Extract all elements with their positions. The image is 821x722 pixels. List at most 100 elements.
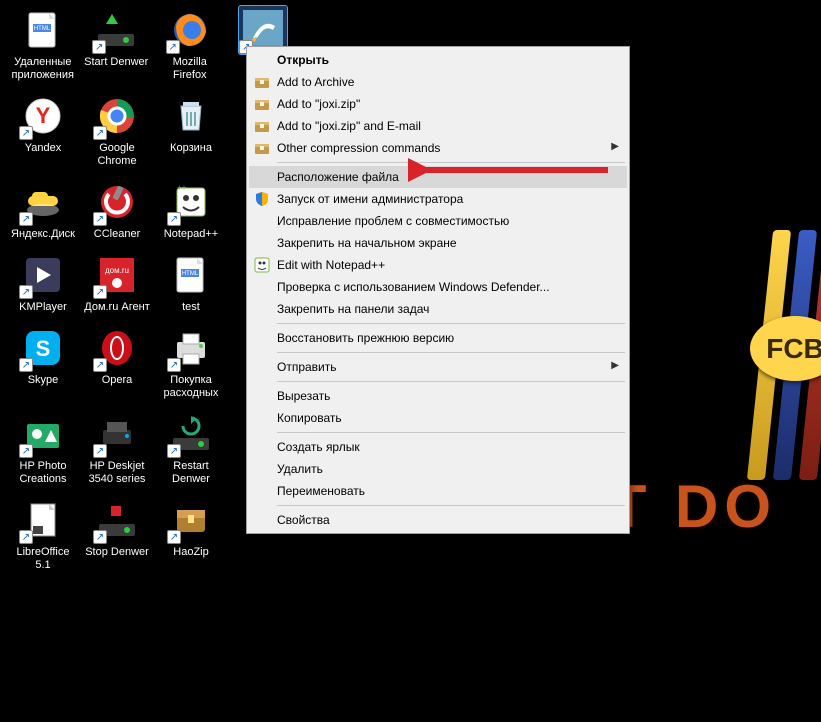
libreoffice-icon: ↗ [19, 496, 67, 544]
recycle-bin-icon [167, 92, 215, 140]
context-menu-item[interactable]: Вырезать [249, 385, 627, 407]
desktop-icon[interactable]: Корзина [154, 90, 228, 176]
desktop-icon[interactable]: ↗Покупка расходных [154, 322, 228, 408]
context-menu-item[interactable]: Edit with Notepad++ [249, 254, 627, 276]
desktop-icon[interactable]: ↗ Opera [80, 322, 154, 408]
context-menu-item-label: Закрепить на панели задач [277, 302, 429, 316]
submenu-arrow-icon: ▶ [611, 360, 619, 371]
svg-text:HTML: HTML [182, 271, 199, 277]
shield-icon [254, 191, 270, 207]
context-menu-item-label: Add to "joxi.zip" and E-mail [277, 119, 421, 133]
archive-icon [254, 140, 270, 156]
ccleaner-icon: ↗ [93, 178, 141, 226]
desktop-icon[interactable]: дом.ru ↗ Дом.ru Агент [80, 249, 154, 322]
context-menu-item-label: Восстановить прежнюю версию [277, 331, 454, 345]
context-menu-item[interactable]: Расположение файла [249, 166, 627, 188]
yadisk-icon: ↗ [19, 178, 67, 226]
context-menu-item-label: Запуск от имени администратора [277, 192, 463, 206]
context-menu-item-label: Расположение файла [277, 170, 399, 184]
archive-icon [254, 96, 270, 112]
context-menu-item[interactable]: Проверка с использованием Windows Defend… [249, 276, 627, 298]
shortcut-overlay-icon: ↗ [19, 212, 33, 226]
archive-icon [254, 118, 270, 134]
context-menu-item-label: Вырезать [277, 389, 330, 403]
desktop-icon[interactable]: ↗KMPlayer [6, 249, 80, 322]
context-menu-item[interactable]: Переименовать [249, 480, 627, 502]
menu-separator [277, 323, 625, 324]
desktop-icon[interactable]: ↗LibreOffice 5.1 [6, 494, 80, 580]
desktop-icon[interactable]: ↗Яндекс.Диск [6, 176, 80, 249]
context-menu-item[interactable]: Удалить [249, 458, 627, 480]
desktop-icon[interactable]: ↗Restart Denwer [154, 408, 228, 494]
desktop-icon[interactable]: HTMLУдаленные приложения [6, 4, 80, 90]
desktop-icon[interactable]: S↗Skype [6, 322, 80, 408]
hpphoto-icon: ↗ [19, 410, 67, 458]
denwer-stop-icon: ↗ [93, 496, 141, 544]
archive-icon [254, 74, 270, 90]
desktop-icon[interactable]: ↗Start Denwer [80, 4, 154, 90]
denwer-restart-icon: ↗ [167, 410, 215, 458]
menu-separator [277, 162, 625, 163]
shortcut-overlay-icon: ↗ [93, 530, 107, 544]
context-menu-item[interactable]: Закрепить на панели задач [249, 298, 627, 320]
shortcut-overlay-icon: ↗ [93, 126, 107, 140]
context-menu-item[interactable]: Открыть [249, 49, 627, 71]
svg-text:++: ++ [177, 183, 187, 192]
hpprinter-icon: ↗ [93, 410, 141, 458]
context-menu-item[interactable]: Add to "joxi.zip" [249, 93, 627, 115]
context-menu-item-label: Создать ярлык [277, 440, 360, 454]
desktop-icon[interactable]: ↗HaoZip [154, 494, 228, 580]
desktop-icon[interactable]: ↗ Google Chrome [80, 90, 154, 176]
yandex-icon: Y↗ [19, 92, 67, 140]
context-menu: ОткрытьAdd to ArchiveAdd to "joxi.zip" Ad… [246, 46, 630, 534]
desktop-icon-label: Покупка расходных [154, 374, 228, 400]
context-menu-item[interactable]: Исправление проблем с совместимостью [249, 210, 627, 232]
context-menu-item[interactable]: Отправить▶ [249, 356, 627, 378]
desktop-icon-label: Opera [80, 374, 154, 387]
desktop-icon-label: test [154, 301, 228, 314]
desktop-icon[interactable]: Y↗ Yandex [6, 90, 80, 176]
desktop-icon[interactable]: ↗HP Photo Creations [6, 408, 80, 494]
kmplayer-icon: ↗ [19, 251, 67, 299]
desktop-icon[interactable]: ↗CCleaner [80, 176, 154, 249]
chrome-icon: ↗ [93, 92, 141, 140]
menu-separator [277, 381, 625, 382]
opera-icon: ↗ [93, 324, 141, 372]
fcb-badge: FCB [750, 316, 821, 381]
shortcut-overlay-icon: ↗ [93, 358, 107, 372]
svg-text:HTML: HTML [34, 26, 51, 32]
shortcut-overlay-icon: ↗ [167, 444, 181, 458]
svg-text:S: S [36, 336, 51, 361]
context-menu-item[interactable]: Add to Archive [249, 71, 627, 93]
firefox-icon: ↗ [166, 6, 214, 54]
desktop-icon[interactable]: ↗Mozilla Firefox [153, 4, 227, 90]
context-menu-item[interactable]: Add to "joxi.zip" and E-mail [249, 115, 627, 137]
desktop-icon-label: Google Chrome [80, 142, 154, 168]
shortcut-overlay-icon: ↗ [167, 530, 181, 544]
context-menu-item[interactable]: Создать ярлык [249, 436, 627, 458]
desktop-icon-label: Дом.ru Агент [80, 301, 154, 314]
desktop-icon-label: Start Denwer [80, 56, 154, 69]
desktop-icon-label: HP Photo Creations [6, 460, 80, 486]
context-menu-item[interactable]: Свойства [249, 509, 627, 531]
desktop-icon[interactable]: ↗Stop Denwer [80, 494, 154, 580]
context-menu-item[interactable]: Запуск от имени администратора [249, 188, 627, 210]
desktop-icon-label: Yandex [6, 142, 80, 155]
desktop-icon[interactable]: ↗HP Deskjet 3540 series [80, 408, 154, 494]
context-menu-item-label: Свойства [277, 513, 330, 527]
context-menu-item[interactable]: Восстановить прежнюю версию [249, 327, 627, 349]
shortcut-overlay-icon: ↗ [167, 212, 181, 226]
shortcut-overlay-icon: ↗ [93, 285, 107, 299]
desktop-icon[interactable]: ++↗Notepad++ [154, 176, 228, 249]
desktop-icon[interactable]: HTML test [154, 249, 228, 322]
context-menu-item[interactable]: Other compression commands▶ [249, 137, 627, 159]
context-menu-item[interactable]: Копировать [249, 407, 627, 429]
context-menu-item[interactable]: Закрепить на начальном экране [249, 232, 627, 254]
haozip-icon: ↗ [167, 496, 215, 544]
shortcut-overlay-icon: ↗ [19, 285, 33, 299]
svg-text:дом.ru: дом.ru [105, 266, 129, 275]
context-menu-item-label: Копировать [277, 411, 342, 425]
context-menu-item-label: Edit with Notepad++ [277, 258, 385, 272]
html-file-icon: HTML [19, 6, 67, 54]
domru-icon: дом.ru ↗ [93, 251, 141, 299]
